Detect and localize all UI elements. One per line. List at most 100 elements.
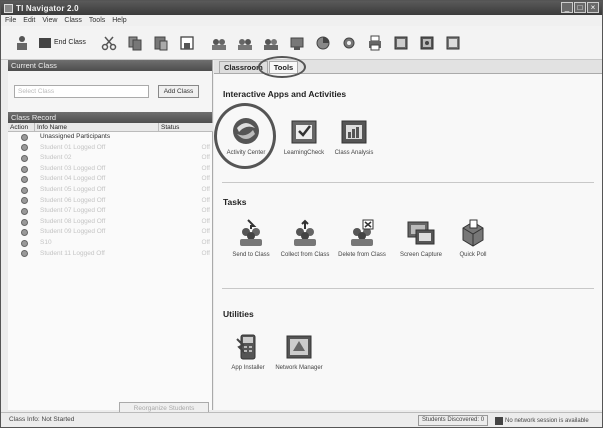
- table-row[interactable]: Student 06 Logged Off Off: [8, 196, 213, 207]
- end-class-button[interactable]: End Class: [39, 37, 86, 48]
- app-icon: [4, 3, 13, 13]
- student-icon: [21, 186, 28, 194]
- row-action-cell: [8, 249, 34, 260]
- copy-icon[interactable]: [126, 34, 144, 52]
- activity-center-label: Activity Center: [226, 150, 266, 156]
- row-name: Student 03 Logged Off: [40, 164, 106, 172]
- quick-poll-tile[interactable]: Quick Poll: [446, 217, 500, 258]
- paste-icon[interactable]: [152, 34, 170, 52]
- delete-from-class-icon: [346, 217, 378, 249]
- send-to-class-icon[interactable]: [210, 34, 228, 52]
- row-name: Student 11 Logged Off: [40, 249, 105, 257]
- table-row[interactable]: Student 07 Logged Off Off: [8, 206, 213, 217]
- window-controls: _ □ ×: [561, 2, 599, 13]
- row-action-cell: [8, 185, 34, 196]
- row-action-cell: [8, 238, 34, 249]
- row-action-cell: [8, 227, 34, 238]
- student-icon: [21, 133, 28, 141]
- table-row[interactable]: Student 11 Logged Off Off: [8, 249, 213, 260]
- table-row[interactable]: Student 01 Logged Off Off: [8, 143, 213, 154]
- current-class-panel: Select Class Add Class: [8, 71, 212, 112]
- activity-center-icon: [230, 115, 262, 147]
- table-row[interactable]: Student 09 Logged Off Off: [8, 227, 213, 238]
- table-row[interactable]: Student 08 Logged Off Off: [8, 217, 213, 228]
- network-session-status: No network session is available: [495, 415, 589, 426]
- class-analysis-label: Class Analysis: [334, 150, 374, 156]
- class-status-text: Class Info: Not Started: [9, 416, 75, 423]
- student-icon: [21, 197, 28, 205]
- row-status: Off: [201, 249, 210, 257]
- menu-help[interactable]: Help: [112, 17, 126, 24]
- student-icon: [21, 154, 28, 162]
- network-icon: [495, 416, 503, 425]
- row-status: Off: [201, 164, 210, 172]
- left-pane: Current Class Select Class Add Class Cla…: [8, 60, 213, 415]
- menu-file[interactable]: File: [5, 17, 16, 24]
- print-icon[interactable]: [366, 34, 384, 52]
- quick-poll-icon[interactable]: [314, 34, 332, 52]
- menu-tools[interactable]: Tools: [89, 17, 105, 24]
- menu-view[interactable]: View: [42, 17, 57, 24]
- table-row[interactable]: Student 02 Off: [8, 153, 213, 164]
- app-installer-tile[interactable]: App Installer: [221, 330, 275, 371]
- grade-icon[interactable]: [392, 34, 410, 52]
- student-icon: [21, 207, 28, 215]
- collect-from-class-icon: [289, 217, 321, 249]
- row-action-cell: [8, 217, 34, 228]
- menu-class[interactable]: Class: [64, 17, 82, 24]
- table-row[interactable]: Student 03 Logged Off Off: [8, 164, 213, 175]
- settings-icon[interactable]: [340, 34, 358, 52]
- cut-icon[interactable]: [100, 34, 118, 52]
- end-class-label: End Class: [54, 39, 86, 46]
- class-analysis-tile[interactable]: Class Analysis: [327, 115, 381, 156]
- add-class-button[interactable]: Add Class: [158, 85, 199, 98]
- table-row[interactable]: Unassigned Participants: [8, 132, 213, 143]
- column-action[interactable]: Action: [8, 123, 34, 131]
- column-info-name[interactable]: Info Name: [34, 123, 158, 131]
- students-discovered: Students Discovered: 0: [418, 415, 489, 426]
- chart-icon[interactable]: [418, 34, 436, 52]
- table-row[interactable]: S10 Off: [8, 238, 213, 249]
- table-row[interactable]: Student 05 Logged Off Off: [8, 185, 213, 196]
- row-name: Student 02: [40, 154, 72, 162]
- row-action-cell: [8, 174, 34, 185]
- send-to-class-tile[interactable]: Send to Class: [224, 217, 278, 258]
- row-action-cell: [8, 196, 34, 207]
- student-icon: [21, 229, 28, 237]
- class-select[interactable]: Select Class: [14, 85, 149, 98]
- screen-capture-label: Screen Capture: [399, 252, 443, 258]
- student-icon: [21, 144, 28, 152]
- maximize-button[interactable]: □: [574, 2, 586, 13]
- collect-icon[interactable]: [236, 34, 254, 52]
- table-header: Action Info Name Status: [8, 123, 213, 132]
- menu-edit[interactable]: Edit: [23, 17, 35, 24]
- close-button[interactable]: ×: [587, 2, 599, 13]
- interactive-group-title: Interactive Apps and Activities: [223, 89, 347, 99]
- tab-bar: Classroom Tools: [214, 56, 602, 78]
- student-icon: [21, 218, 28, 226]
- row-name: Student 01 Logged Off: [40, 143, 106, 151]
- learningcheck-label: LearningCheck: [283, 150, 325, 156]
- delete-from-class-tile[interactable]: Delete from Class: [335, 217, 389, 258]
- toolbar: End Class: [1, 26, 602, 60]
- minimize-button[interactable]: _: [561, 2, 573, 13]
- screen-capture-icon[interactable]: [288, 34, 306, 52]
- row-action-cell: [8, 143, 34, 154]
- student-icon: [21, 165, 28, 173]
- status-bar: Class Info: Not Started Students Discove…: [1, 412, 602, 427]
- delete-icon[interactable]: [262, 34, 280, 52]
- window-title: TI Navigator 2.0: [16, 3, 79, 13]
- class-icon[interactable]: [13, 34, 31, 52]
- table-row[interactable]: Student 04 Logged Off Off: [8, 174, 213, 185]
- network-manager-tile[interactable]: Network Manager: [272, 330, 326, 371]
- report-icon[interactable]: [444, 34, 462, 52]
- row-status: Off: [201, 228, 210, 236]
- row-status: Off: [201, 207, 210, 215]
- learningcheck-tile[interactable]: LearningCheck: [277, 115, 331, 156]
- collect-from-class-tile[interactable]: Collect from Class: [278, 217, 332, 258]
- save-icon[interactable]: [178, 34, 196, 52]
- app-installer-icon: [232, 330, 264, 362]
- column-status[interactable]: Status: [158, 123, 213, 131]
- screen-capture-tile[interactable]: Screen Capture: [394, 217, 448, 258]
- activity-center-tile[interactable]: Activity Center: [219, 115, 273, 156]
